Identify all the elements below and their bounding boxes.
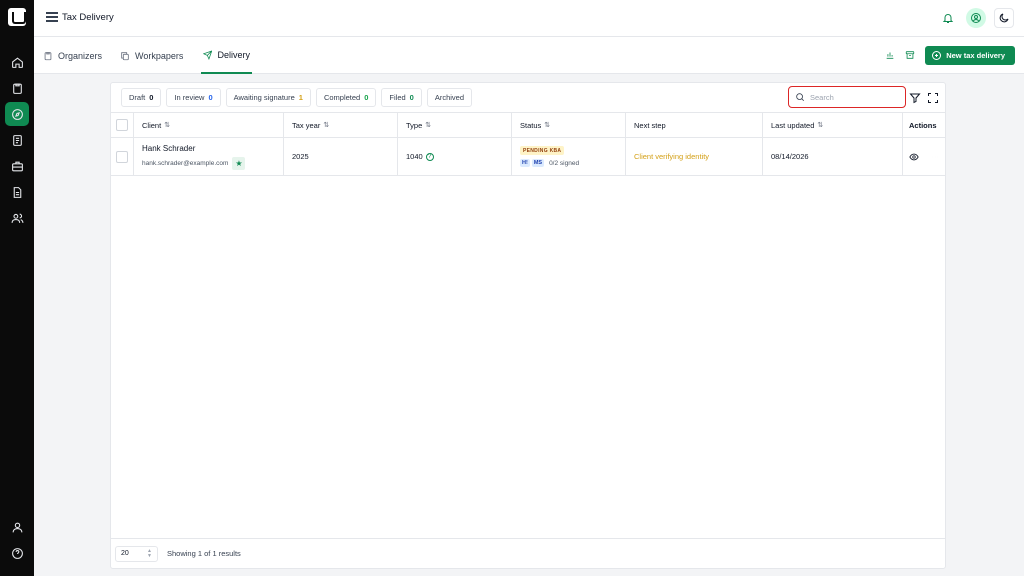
left-rail — [0, 0, 34, 576]
filter-count: 0 — [364, 93, 369, 102]
sort-icon[interactable]: ⇅ — [425, 121, 431, 129]
table-footer: 20 ▲ ▼ Showing 1 of 1 results — [111, 538, 946, 568]
column-last-updated[interactable]: Last updated ⇅ — [763, 113, 903, 137]
sub-navigation: Organizers Workpapers Delivery New tax d… — [34, 37, 1024, 74]
top-header: Tax Delivery — [34, 0, 1024, 37]
star-icon[interactable]: ★ — [232, 156, 246, 170]
column-label: Client — [142, 120, 162, 130]
sort-icon[interactable]: ⇅ — [544, 121, 550, 129]
new-tax-delivery-label: New tax delivery — [946, 51, 1005, 60]
sort-icon[interactable]: ⇅ — [164, 121, 170, 129]
help-icon[interactable] — [5, 541, 29, 565]
filter-draft[interactable]: Draft 0 — [121, 88, 162, 107]
column-label: Type — [406, 120, 423, 130]
page-size-select[interactable]: 20 ▲ ▼ — [115, 545, 158, 562]
column-client[interactable]: Client ⇅ — [134, 113, 284, 137]
column-label: Tax year — [292, 120, 321, 130]
more-icon[interactable] — [930, 152, 940, 162]
filter-label: Archived — [434, 93, 465, 102]
clipboard-icon[interactable] — [5, 76, 29, 100]
table-row[interactable]: Hank Schrader hank.schrader@example.com … — [111, 137, 946, 176]
search-input[interactable] — [810, 92, 900, 102]
chart-icon[interactable] — [885, 47, 895, 65]
filter-label: Filed — [389, 93, 406, 102]
filter-icon[interactable] — [909, 91, 921, 104]
filter-completed[interactable]: Completed 0 — [315, 88, 377, 107]
archive-icon[interactable] — [905, 47, 915, 65]
compass-icon[interactable] — [5, 102, 29, 126]
menu-icon[interactable] — [46, 12, 58, 24]
page-title: Tax Delivery — [62, 12, 114, 23]
document-icon[interactable] — [5, 128, 29, 152]
filter-archived[interactable]: Archived — [426, 88, 473, 107]
status-filters: Draft 0 In review 0 Awaiting signature 1… — [121, 88, 473, 107]
search-icon — [796, 93, 805, 102]
column-label: Next step — [634, 120, 666, 130]
column-actions: Actions — [903, 113, 946, 137]
app-logo[interactable] — [8, 8, 26, 26]
eye-icon[interactable] — [909, 152, 919, 162]
filter-filed[interactable]: Filed 0 — [381, 88, 422, 107]
question-icon[interactable]: ? — [425, 152, 434, 161]
select-all-checkbox[interactable] — [116, 119, 128, 131]
filter-count: 1 — [298, 93, 303, 102]
column-label: Status — [520, 120, 542, 130]
filter-label: Completed — [323, 93, 361, 102]
sort-icon[interactable]: ⇅ — [817, 121, 823, 129]
sort-icon[interactable]: ⇅ — [323, 121, 329, 129]
signed-count: 0/2 signed — [549, 159, 580, 167]
tab-label: Workpapers — [135, 50, 184, 61]
moon-icon[interactable] — [994, 8, 1014, 28]
filter-count: 0 — [149, 93, 154, 102]
send-icon — [203, 49, 213, 60]
next-step: Client verifying identity — [634, 152, 710, 161]
client-name[interactable]: Hank Schrader — [142, 144, 245, 153]
tab-delivery[interactable]: Delivery — [201, 37, 252, 74]
status-badge: PENDING KBA — [520, 146, 565, 155]
tax-year: 2025 — [292, 152, 309, 161]
filter-count: 0 — [208, 93, 213, 102]
clipboard-icon — [44, 51, 52, 60]
signer-avatar: MS — [531, 159, 545, 167]
search-box[interactable] — [788, 86, 906, 108]
user-icon[interactable] — [5, 515, 29, 539]
tab-label: Organizers — [58, 50, 103, 61]
results-count: Showing 1 of 1 results — [167, 549, 241, 558]
expand-icon[interactable] — [927, 91, 939, 103]
tab-label: Delivery — [217, 49, 250, 60]
filter-in-review[interactable]: In review 0 — [166, 88, 221, 107]
delivery-table: Client ⇅ Tax year ⇅ Type ⇅ Status ⇅ Next ste… — [111, 112, 946, 176]
chevron-updown-icon: ▲ ▼ — [147, 547, 152, 559]
copy-icon — [121, 51, 129, 60]
home-icon[interactable] — [5, 50, 29, 74]
tab-organizers[interactable]: Organizers — [41, 37, 104, 74]
delivery-card: Draft 0 In review 0 Awaiting signature 1… — [110, 82, 946, 569]
row-checkbox[interactable] — [116, 150, 128, 163]
last-updated: 08/14/2026 — [771, 152, 809, 161]
column-next-step: Next step — [626, 113, 763, 137]
column-label: Last updated — [771, 120, 815, 130]
page-size-value: 20 — [121, 550, 129, 557]
briefcase-icon[interactable] — [5, 154, 29, 178]
file-text-icon[interactable] — [5, 180, 29, 204]
signer-avatar: H! — [520, 159, 530, 167]
plus-circle-icon — [932, 51, 942, 60]
filter-count: 0 — [409, 93, 414, 102]
client-email: hank.schrader@example.com — [142, 159, 229, 167]
filter-label: Awaiting signature — [233, 93, 295, 102]
column-status[interactable]: Status ⇅ — [512, 113, 626, 137]
users-icon[interactable] — [5, 206, 29, 230]
column-type[interactable]: Type ⇅ — [398, 113, 512, 137]
tab-workpapers[interactable]: Workpapers — [118, 37, 185, 74]
return-type: 1040 — [406, 152, 423, 161]
column-label: Actions — [909, 120, 937, 130]
filter-label: In review — [174, 93, 205, 102]
column-tax-year[interactable]: Tax year ⇅ — [284, 113, 398, 137]
filter-label: Draft — [129, 93, 146, 102]
table-header: Client ⇅ Tax year ⇅ Type ⇅ Status ⇅ Next ste… — [111, 112, 946, 137]
avatar[interactable] — [966, 8, 986, 28]
filter-awaiting-signature[interactable]: Awaiting signature 1 — [225, 88, 311, 107]
bell-icon[interactable] — [938, 8, 958, 28]
new-tax-delivery-button[interactable]: New tax delivery — [925, 46, 1015, 65]
